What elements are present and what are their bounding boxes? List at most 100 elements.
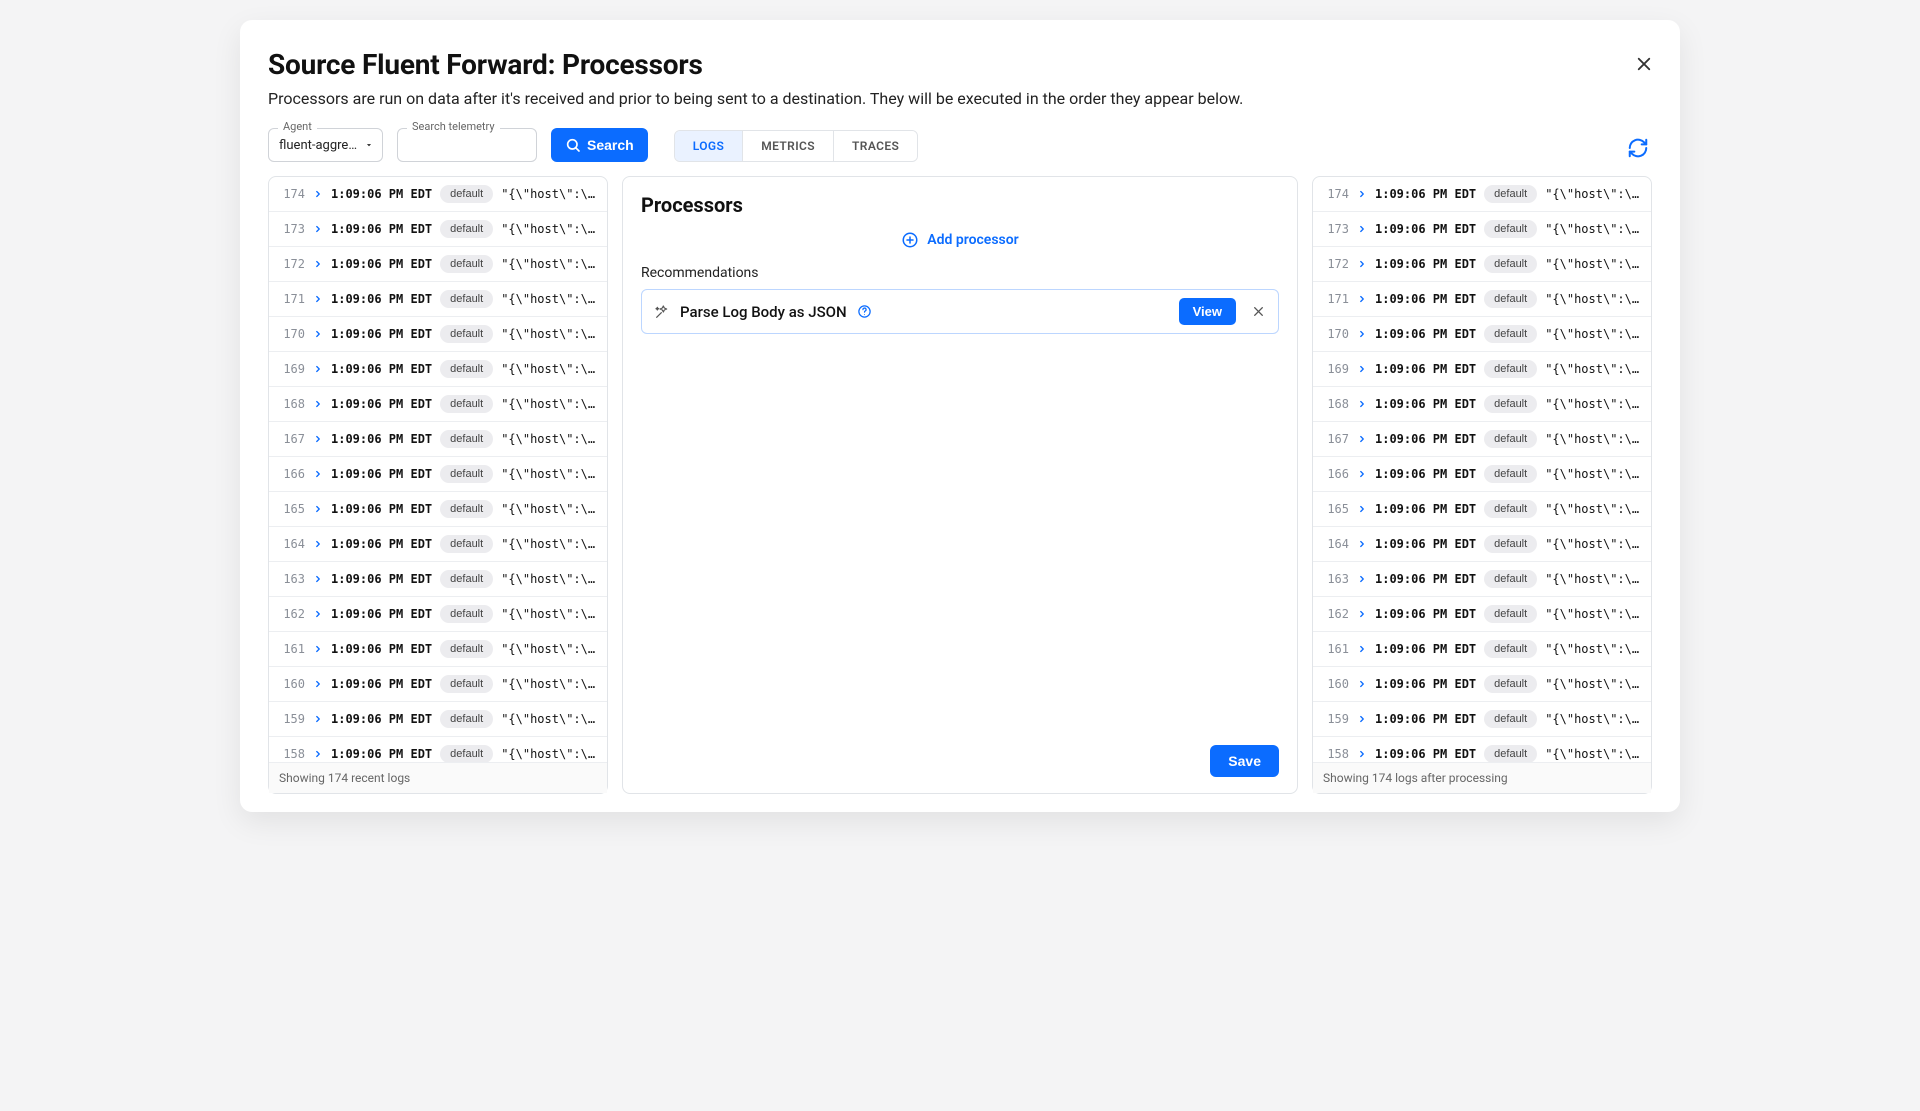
log-body: "{\"host\":\"255.1… <box>501 502 597 516</box>
log-row[interactable]: 1721:09:06 PM EDTdefault"{\"host\":\"219… <box>269 247 607 282</box>
log-row[interactable]: 1711:09:06 PM EDTdefault"{\"host\":\"13.… <box>1313 282 1651 317</box>
log-badge: default <box>440 675 493 693</box>
log-row[interactable]: 1651:09:06 PM EDTdefault"{\"host\":\"255… <box>269 492 607 527</box>
log-timestamp: 1:09:06 PM EDT <box>1375 222 1476 236</box>
close-dialog-button[interactable] <box>1630 50 1658 78</box>
log-badge: default <box>1484 220 1537 238</box>
log-timestamp: 1:09:06 PM EDT <box>1375 537 1476 551</box>
log-badge: default <box>1484 255 1537 273</box>
log-timestamp: 1:09:06 PM EDT <box>1375 362 1476 376</box>
log-row[interactable]: 1651:09:06 PM EDTdefault"{\"host\":\"255… <box>1313 492 1651 527</box>
log-timestamp: 1:09:06 PM EDT <box>1375 432 1476 446</box>
log-badge: default <box>1484 185 1537 203</box>
log-badge: default <box>440 430 493 448</box>
log-timestamp: 1:09:06 PM EDT <box>1375 747 1476 761</box>
help-icon[interactable] <box>857 304 872 319</box>
log-badge: default <box>440 255 493 273</box>
log-row[interactable]: 1581:09:06 PM EDTdefault"{\"host\":\"105… <box>269 737 607 762</box>
log-row[interactable]: 1621:09:06 PM EDTdefault"{\"host\":\"196… <box>269 597 607 632</box>
log-row[interactable]: 1671:09:06 PM EDTdefault"{\"host\":\"155… <box>1313 422 1651 457</box>
log-body: "{\"host\":\"155.4… <box>1545 432 1641 446</box>
log-timestamp: 1:09:06 PM EDT <box>1375 502 1476 516</box>
close-icon <box>1252 305 1265 318</box>
log-index: 173 <box>279 222 305 236</box>
log-row[interactable]: 1741:09:06 PM EDTdefault"{\"host\":\"177… <box>1313 177 1651 212</box>
log-row[interactable]: 1621:09:06 PM EDTdefault"{\"host\":\"196… <box>1313 597 1651 632</box>
log-index: 168 <box>279 397 305 411</box>
tab-logs[interactable]: LOGS <box>675 131 744 161</box>
log-badge: default <box>440 605 493 623</box>
input-logs-list[interactable]: 1741:09:06 PM EDTdefault"{\"host\":\"177… <box>269 177 607 762</box>
log-index: 170 <box>279 327 305 341</box>
save-button[interactable]: Save <box>1210 745 1279 777</box>
recommendations-label: Recommendations <box>641 265 1279 281</box>
log-row[interactable]: 1601:09:06 PM EDTdefault"{\"host\":\"119… <box>269 667 607 702</box>
log-row[interactable]: 1721:09:06 PM EDTdefault"{\"host\":\"219… <box>1313 247 1651 282</box>
log-index: 173 <box>1323 222 1349 236</box>
add-processor-button[interactable]: Add processor <box>641 217 1279 261</box>
log-index: 162 <box>1323 607 1349 621</box>
search-button[interactable]: Search <box>551 128 648 162</box>
log-row[interactable]: 1641:09:06 PM EDTdefault"{\"host\":\"14.… <box>269 527 607 562</box>
log-row[interactable]: 1631:09:06 PM EDTdefault"{\"host\":\"168… <box>269 562 607 597</box>
chevron-right-icon <box>1357 399 1367 409</box>
log-row[interactable]: 1631:09:06 PM EDTdefault"{\"host\":\"168… <box>1313 562 1651 597</box>
log-row[interactable]: 1691:09:06 PM EDTdefault"{\"host\":\"201… <box>1313 352 1651 387</box>
chevron-right-icon <box>313 504 323 514</box>
log-badge: default <box>440 745 493 762</box>
log-badge: default <box>440 395 493 413</box>
log-row[interactable]: 1611:09:06 PM EDTdefault"{\"host\":\"235… <box>269 632 607 667</box>
log-row[interactable]: 1701:09:06 PM EDTdefault"{\"host\":\"6.1… <box>269 317 607 352</box>
log-index: 167 <box>1323 432 1349 446</box>
log-badge: default <box>440 290 493 308</box>
log-badge: default <box>440 185 493 203</box>
refresh-button[interactable] <box>1624 134 1652 162</box>
log-row[interactable]: 1641:09:06 PM EDTdefault"{\"host\":\"14.… <box>1313 527 1651 562</box>
log-row[interactable]: 1731:09:06 PM EDTdefault"{\"host\":\"5.6… <box>269 212 607 247</box>
log-index: 167 <box>279 432 305 446</box>
log-row[interactable]: 1741:09:06 PM EDTdefault"{\"host\":\"177… <box>269 177 607 212</box>
log-row[interactable]: 1581:09:06 PM EDTdefault"{\"host\":\"105… <box>1313 737 1651 762</box>
log-row[interactable]: 1691:09:06 PM EDTdefault"{\"host\":\"201… <box>269 352 607 387</box>
log-body: "{\"host\":\"58.13… <box>1545 467 1641 481</box>
tab-metrics[interactable]: METRICS <box>743 131 834 161</box>
tab-traces[interactable]: TRACES <box>834 131 917 161</box>
chevron-right-icon <box>313 189 323 199</box>
log-row[interactable]: 1681:09:06 PM EDTdefault"{\"host\":\"123… <box>1313 387 1651 422</box>
log-body: "{\"host\":\"201.1… <box>1545 362 1641 376</box>
log-row[interactable]: 1671:09:06 PM EDTdefault"{\"host\":\"155… <box>269 422 607 457</box>
view-recommendation-button[interactable]: View <box>1179 298 1236 325</box>
log-index: 170 <box>1323 327 1349 341</box>
log-row[interactable]: 1661:09:06 PM EDTdefault"{\"host\":\"58.… <box>1313 457 1651 492</box>
log-body: "{\"host\":\"172.1… <box>501 712 597 726</box>
log-row[interactable]: 1731:09:06 PM EDTdefault"{\"host\":\"5.6… <box>1313 212 1651 247</box>
log-badge: default <box>1484 675 1537 693</box>
output-logs-list[interactable]: 1741:09:06 PM EDTdefault"{\"host\":\"177… <box>1313 177 1651 762</box>
log-index: 163 <box>279 572 305 586</box>
log-timestamp: 1:09:06 PM EDT <box>1375 187 1476 201</box>
log-row[interactable]: 1701:09:06 PM EDTdefault"{\"host\":\"6.1… <box>1313 317 1651 352</box>
log-timestamp: 1:09:06 PM EDT <box>1375 677 1476 691</box>
log-body: "{\"host\":\"6.167… <box>501 327 597 341</box>
agent-label: Agent <box>278 120 317 133</box>
log-row[interactable]: 1681:09:06 PM EDTdefault"{\"host\":\"123… <box>269 387 607 422</box>
processors-heading: Processors <box>641 193 1279 217</box>
chevron-right-icon <box>313 259 323 269</box>
plus-circle-icon <box>901 231 919 249</box>
agent-select[interactable]: fluent-aggre… <box>268 128 383 162</box>
log-row[interactable]: 1661:09:06 PM EDTdefault"{\"host\":\"58.… <box>269 457 607 492</box>
search-input[interactable] <box>397 128 537 162</box>
log-timestamp: 1:09:06 PM EDT <box>331 607 432 621</box>
input-logs-footer: Showing 174 recent logs <box>269 762 607 793</box>
search-label: Search telemetry <box>407 120 500 133</box>
agent-field: Agent fluent-aggre… <box>268 128 383 162</box>
log-row[interactable]: 1611:09:06 PM EDTdefault"{\"host\":\"235… <box>1313 632 1651 667</box>
dismiss-recommendation-button[interactable] <box>1246 300 1270 324</box>
log-row[interactable]: 1711:09:06 PM EDTdefault"{\"host\":\"13.… <box>269 282 607 317</box>
log-row[interactable]: 1591:09:06 PM EDTdefault"{\"host\":\"172… <box>1313 702 1651 737</box>
log-row[interactable]: 1601:09:06 PM EDTdefault"{\"host\":\"119… <box>1313 667 1651 702</box>
refresh-icon <box>1627 137 1649 159</box>
log-index: 162 <box>279 607 305 621</box>
log-row[interactable]: 1591:09:06 PM EDTdefault"{\"host\":\"172… <box>269 702 607 737</box>
log-timestamp: 1:09:06 PM EDT <box>1375 712 1476 726</box>
